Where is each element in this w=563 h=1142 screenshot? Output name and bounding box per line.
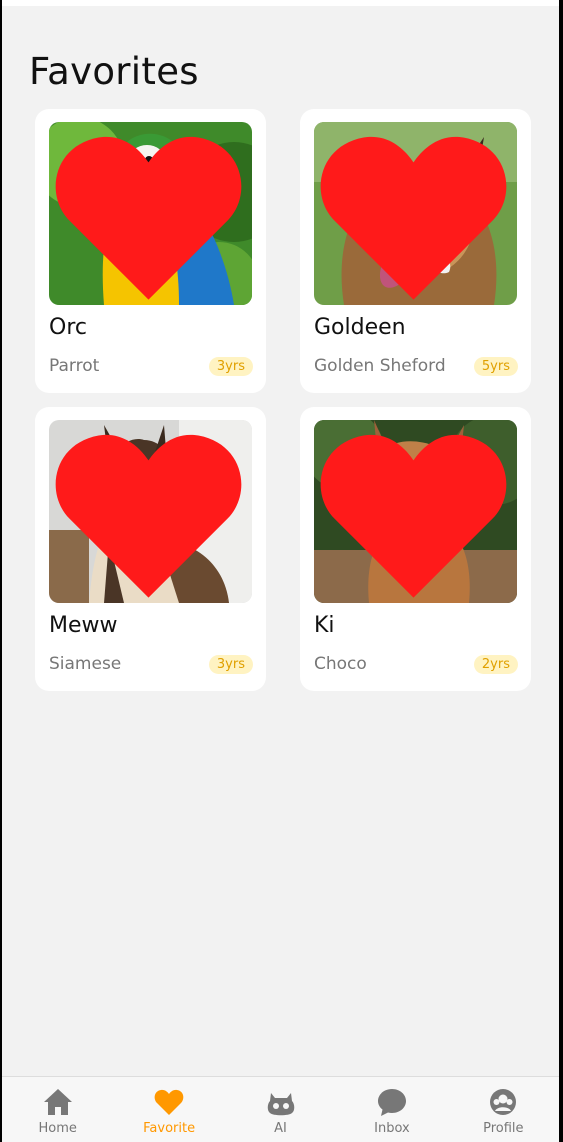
chat-bubble-icon: [377, 1089, 406, 1116]
pet-photo-dog: [314, 122, 517, 305]
pet-breed: Golden Sheford: [314, 356, 446, 376]
nav-item-inbox[interactable]: Inbox: [336, 1077, 447, 1142]
pet-photo-cat: [49, 420, 252, 603]
profile-icon: [490, 1089, 517, 1115]
bottom-nav: Home Favorite AI Inbox Profile: [2, 1076, 559, 1142]
nav-label: Inbox: [374, 1121, 410, 1136]
nav-label: Profile: [483, 1121, 524, 1136]
robot-icon: [267, 1093, 294, 1116]
home-icon: [43, 1089, 72, 1115]
nav-item-ai[interactable]: AI: [225, 1077, 336, 1142]
pet-name: Orc: [49, 315, 87, 340]
status-bar-strip: [2, 0, 559, 6]
pet-card[interactable]: Goldeen Golden Sheford 5yrs: [300, 109, 531, 393]
age-badge: 3yrs: [208, 357, 253, 376]
page-title: Favorites: [29, 50, 199, 93]
pet-name: Goldeen: [314, 315, 406, 340]
heart-icon[interactable]: [314, 423, 515, 603]
heart-icon: [154, 1089, 184, 1115]
nav-item-home[interactable]: Home: [2, 1077, 113, 1142]
nav-item-profile[interactable]: Profile: [448, 1077, 559, 1142]
pet-breed: Choco: [314, 654, 367, 674]
heart-icon[interactable]: [314, 125, 515, 305]
pet-card[interactable]: Meww Siamese 3yrs: [35, 407, 266, 691]
pet-breed: Siamese: [49, 654, 122, 674]
pet-name: Ki: [314, 613, 335, 638]
pet-card[interactable]: Ki Choco 2yrs: [300, 407, 531, 691]
heart-icon[interactable]: [49, 125, 250, 305]
nav-label: Home: [38, 1121, 77, 1136]
pet-breed: Parrot: [49, 356, 100, 376]
pet-photo-parrot: [49, 122, 252, 305]
heart-icon[interactable]: [49, 423, 250, 603]
pet-name: Meww: [49, 613, 118, 638]
nav-label: Favorite: [143, 1121, 196, 1136]
nav-label: AI: [274, 1121, 287, 1136]
pet-card[interactable]: Orc Parrot 3yrs: [35, 109, 266, 393]
nav-item-favorite[interactable]: Favorite: [113, 1077, 224, 1142]
age-badge: 2yrs: [473, 655, 518, 674]
favorites-screen: Favorites Orc Parrot 3yrs Goldeen Golden…: [2, 0, 559, 1142]
pet-photo-dog: [314, 420, 517, 603]
favorites-grid: Orc Parrot 3yrs Goldeen Golden Sheford 5…: [35, 109, 531, 691]
age-badge: 3yrs: [208, 655, 253, 674]
age-badge: 5yrs: [473, 357, 518, 376]
